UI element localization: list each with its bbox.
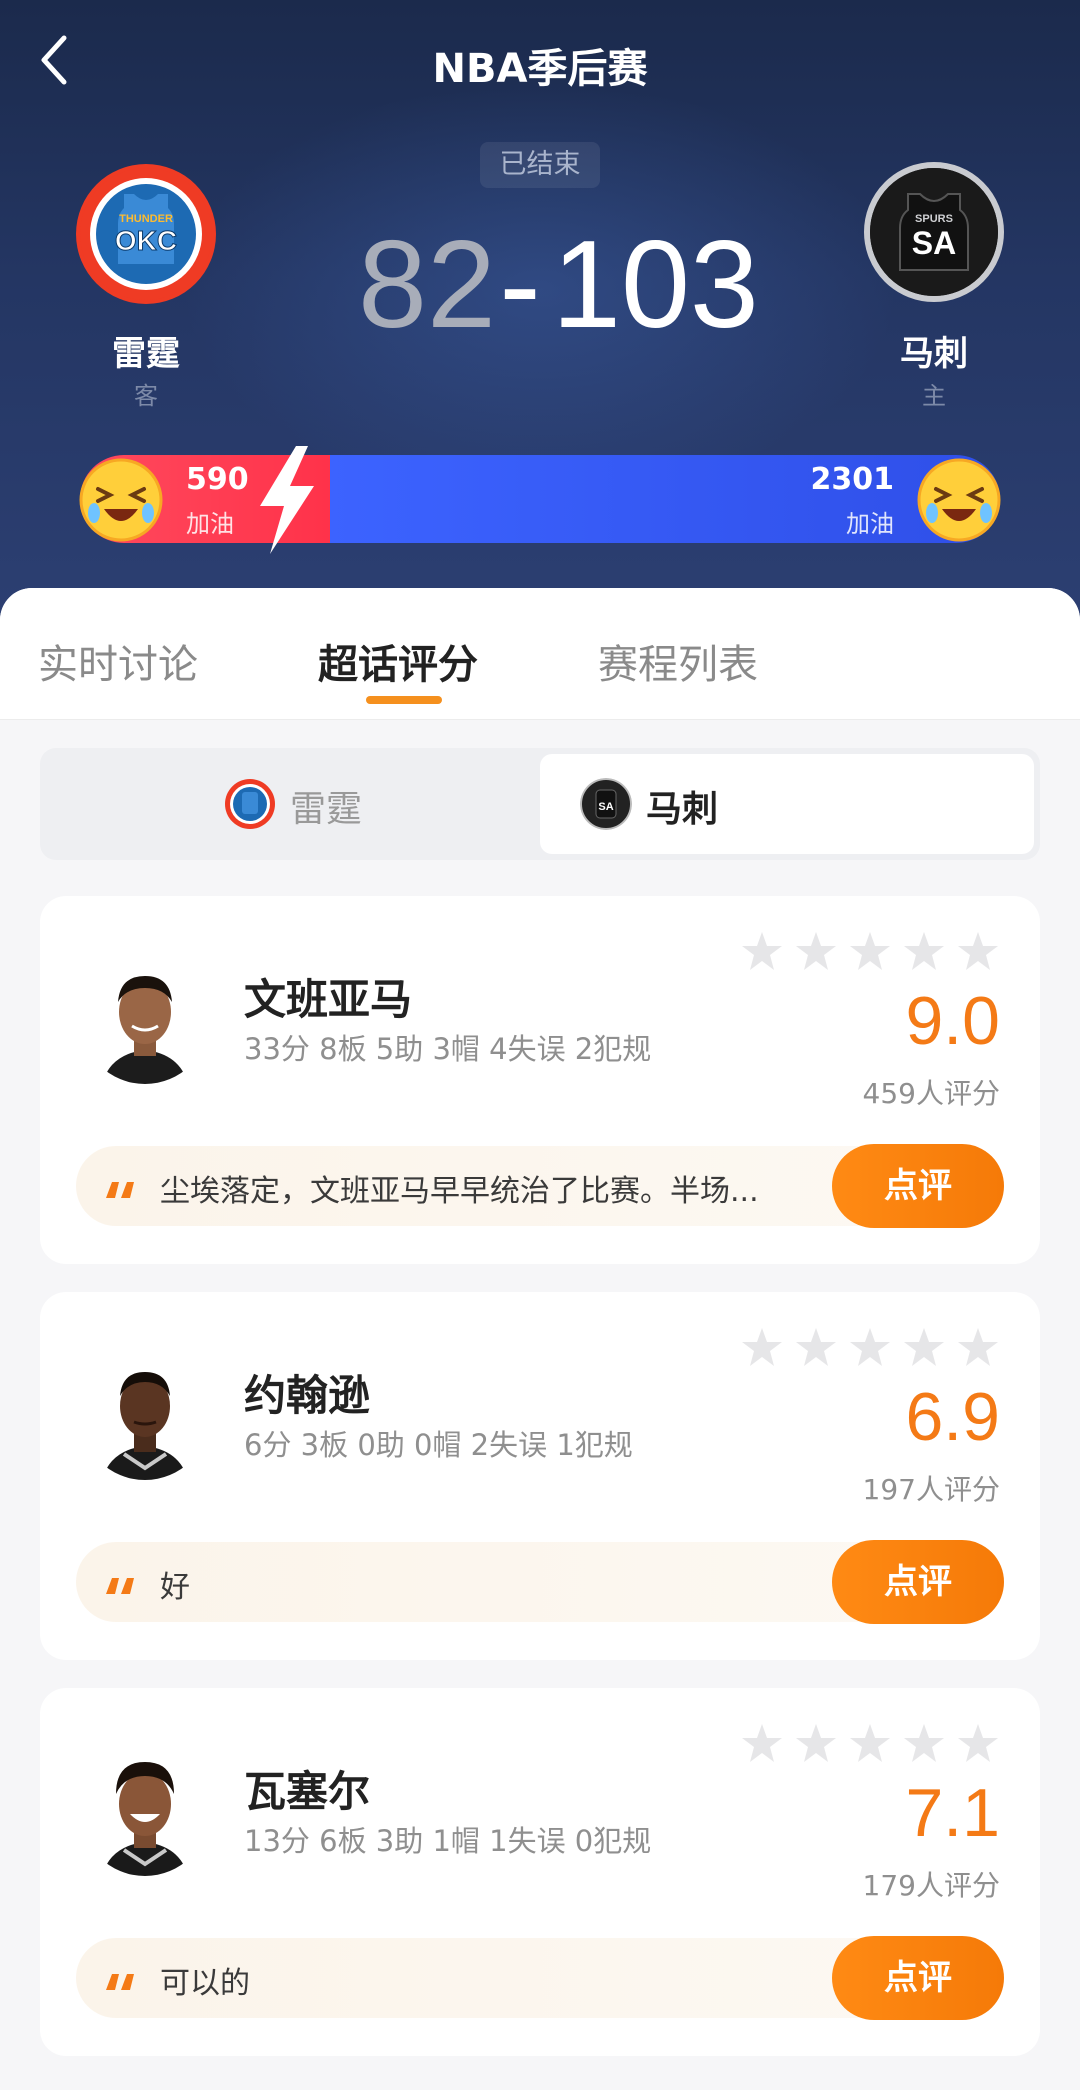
home-team-logo[interactable]: SPURS SA xyxy=(864,162,1004,302)
player-score: 9.0 xyxy=(905,983,1000,1059)
away-logo-wordmark-top: THUNDER xyxy=(119,213,173,225)
player-avatar[interactable] xyxy=(80,954,210,1084)
page-title: NBA季后赛 xyxy=(432,46,648,92)
home-cheer-label: 加油 xyxy=(846,510,894,538)
away-logo-wordmark: OKC xyxy=(115,225,177,256)
match-status-badge: 已结束 xyxy=(480,142,600,188)
player-score: 7.1 xyxy=(905,1775,1000,1851)
team-switch-away[interactable]: 雷霆 xyxy=(46,754,534,854)
team-switch: 雷霆 SA 马刺 xyxy=(40,748,1040,860)
player-name: 文班亚马 xyxy=(244,975,413,1024)
home-logo-wordmark: SA xyxy=(912,225,956,261)
star-rating-icon[interactable] xyxy=(740,1722,1000,1766)
home-cheer-count: 2301 xyxy=(810,462,895,497)
rater-count: 179人评分 xyxy=(862,1869,1000,1902)
home-team-name: 马刺 xyxy=(900,334,968,374)
home-cheer-emoji-icon[interactable] xyxy=(914,455,1004,545)
player-score: 6.9 xyxy=(905,1379,1000,1455)
tab-bar: 实时讨论 超话评分 赛程列表 xyxy=(0,588,1080,720)
player-avatar[interactable] xyxy=(80,1746,210,1876)
comment-text: 可以的 xyxy=(160,1966,250,2001)
tab-live-discussion[interactable]: 实时讨论 xyxy=(38,632,198,690)
player-card[interactable]: 瓦塞尔 13分 6板 3助 1帽 1失误 0犯规 7.1 179人评分 可以的 … xyxy=(40,1688,1040,2056)
comment-text: 好 xyxy=(160,1570,190,1605)
home-mini-logo-icon: SA xyxy=(580,778,632,830)
player-card[interactable]: 文班亚马 33分 8板 5助 3帽 4失误 2犯规 9.0 459人评分 尘埃落… xyxy=(40,896,1040,1264)
player-stats: 13分 6板 3助 1帽 1失误 0犯规 xyxy=(244,1824,652,1858)
rate-button[interactable]: 点评 xyxy=(832,1936,1004,2020)
rater-count: 459人评分 xyxy=(862,1077,1000,1110)
quote-icon xyxy=(106,1578,134,1594)
away-mini-logo-icon xyxy=(225,779,275,829)
rate-button[interactable]: 点评 xyxy=(832,1540,1004,1624)
rate-button[interactable]: 点评 xyxy=(832,1144,1004,1228)
rater-count: 197人评分 xyxy=(862,1473,1000,1506)
away-cheer-count: 590 xyxy=(186,462,249,497)
home-team-tag: 主 xyxy=(922,382,946,410)
top-comment[interactable]: 可以的 点评 xyxy=(76,1936,1004,2020)
tab-schedule[interactable]: 赛程列表 xyxy=(598,632,758,690)
player-stats: 33分 8板 5助 3帽 4失误 2犯规 xyxy=(244,1032,652,1066)
comment-text: 尘埃落定，文班亚马早早统治了比赛。半场... xyxy=(160,1174,759,1209)
away-team-logo[interactable]: THUNDER OKC xyxy=(76,164,216,304)
team-switch-away-label: 雷霆 xyxy=(290,789,363,830)
home-score: 103 xyxy=(552,216,759,354)
player-name: 瓦塞尔 xyxy=(244,1767,371,1816)
score-separator: - xyxy=(499,216,541,354)
player-avatar[interactable] xyxy=(80,1350,210,1480)
top-comment[interactable]: 好 点评 xyxy=(76,1540,1004,1624)
player-card[interactable]: 约翰逊 6分 3板 0助 0帽 2失误 1犯规 6.9 197人评分 好 点评 xyxy=(40,1292,1040,1660)
away-team-tag: 客 xyxy=(134,382,158,410)
active-tab-indicator xyxy=(366,696,442,704)
team-switch-home[interactable]: SA 马刺 xyxy=(540,754,1034,854)
quote-icon xyxy=(106,1182,134,1198)
star-rating-icon[interactable] xyxy=(740,1326,1000,1370)
top-comment[interactable]: 尘埃落定，文班亚马早早统治了比赛。半场... 点评 xyxy=(76,1144,1004,1228)
player-stats: 6分 3板 0助 0帽 2失误 1犯规 xyxy=(244,1428,633,1462)
home-logo-wordmark-top: SPURS xyxy=(915,213,953,225)
away-cheer-label: 加油 xyxy=(186,510,234,538)
quote-icon xyxy=(106,1974,134,1990)
content-panel: 实时讨论 超话评分 赛程列表 雷霆 SA 马刺 文班亚马 33分 8板 5助 3… xyxy=(0,588,1080,2090)
away-cheer-emoji-icon[interactable] xyxy=(76,455,166,545)
star-rating-icon[interactable] xyxy=(740,930,1000,974)
lightning-icon xyxy=(260,446,314,554)
player-name: 约翰逊 xyxy=(244,1371,371,1420)
match-header: NBA季后赛 已结束 THUNDER OKC 雷霆 客 82 - 103 SPU… xyxy=(0,0,1080,620)
svg-text:SA: SA xyxy=(598,801,613,813)
home-cheer-fill xyxy=(330,455,1000,543)
team-switch-home-label: 马刺 xyxy=(646,789,719,830)
tab-ratings[interactable]: 超话评分 xyxy=(318,632,478,690)
away-score: 82 xyxy=(358,216,496,354)
away-team-name: 雷霆 xyxy=(112,334,180,374)
